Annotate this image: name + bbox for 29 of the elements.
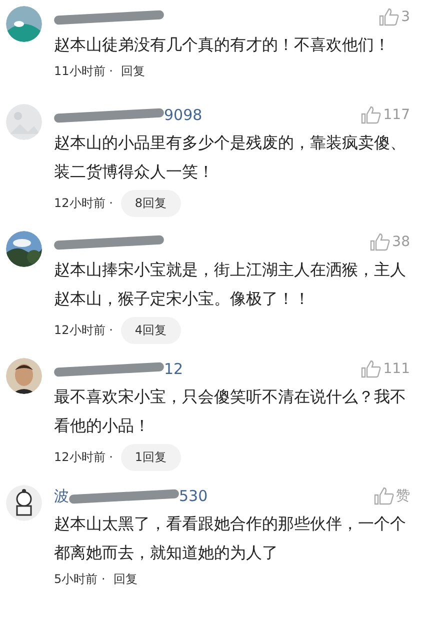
username: 波 <box>54 486 69 506</box>
username: 12 <box>164 360 184 378</box>
timestamp: 12小时前 · <box>54 322 113 339</box>
comment-text: 最不喜欢宋小宝，只会傻笑听不清在说什么？我不看他的小品！ <box>54 386 407 437</box>
comment-text: 赵本山太黑了，看看跟她合作的那些伙伴，一个个都离她而去，就知道她的为人了 <box>54 513 407 564</box>
timestamp: 12小时前 · <box>54 195 113 212</box>
comment-text: 赵本山捧宋小宝就是，街上江湖主人在洒猴，主人赵本山，猴子定宋小宝。像极了！！ <box>54 259 407 310</box>
thumbs-up-icon[interactable] <box>374 487 394 505</box>
thumbs-up-icon[interactable] <box>361 106 382 124</box>
thumbs-up-icon[interactable] <box>361 360 382 378</box>
reply-button[interactable]: 回复 <box>113 571 138 588</box>
reply-button[interactable]: 4回复 <box>120 317 181 344</box>
like-count: 3 <box>401 9 410 25</box>
reply-button[interactable]: 1回复 <box>120 444 181 471</box>
timestamp: 12小时前 · <box>54 449 113 466</box>
timestamp: 5小时前 · <box>54 571 106 588</box>
thumbs-up-icon[interactable] <box>379 8 400 26</box>
timestamp: 11小时前 · <box>54 63 113 80</box>
reply-button[interactable]: 8回复 <box>120 190 181 217</box>
reply-button[interactable]: 回复 <box>120 63 145 80</box>
like-count: 赞 <box>396 487 410 505</box>
comment-text: 赵本山徒弟没有几个真的有才的！不喜欢他们！ <box>54 34 391 56</box>
like-count: 117 <box>383 107 410 123</box>
username: 9098 <box>164 106 202 124</box>
thumbs-up-icon[interactable] <box>370 233 390 251</box>
username: 530 <box>179 487 208 505</box>
comment-text: 赵本山的小品里有多少个是残废的，靠装疯卖傻、装二货博得众人一笑！ <box>54 132 407 183</box>
like-count: 111 <box>383 361 410 377</box>
like-count: 38 <box>392 234 410 250</box>
